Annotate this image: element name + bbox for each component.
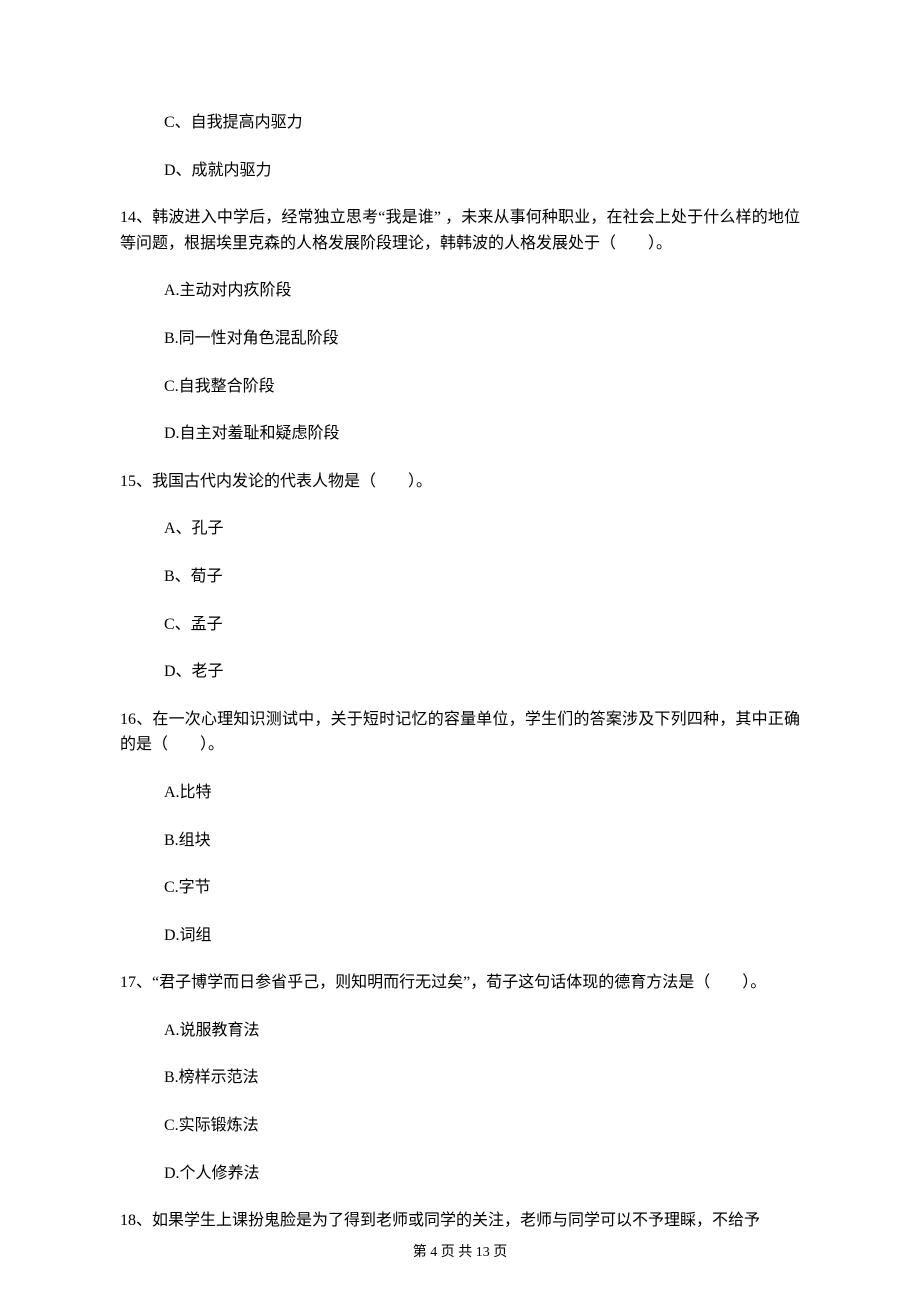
q17-stem: 17、“君子博学而日参省乎己，则知明而行无过矣”，荀子这句话体现的德育方法是（ … (120, 970, 800, 996)
q16-stem: 16、在一次心理知识测试中，关于短时记忆的容量单位，学生们的答案涉及下列四种，其… (120, 707, 800, 758)
q14-option-d: D.自主对羞耻和疑虑阶段 (120, 421, 800, 447)
q15-option-b: B、荀子 (120, 564, 800, 590)
q14-option-b: B.同一性对角色混乱阶段 (120, 326, 800, 352)
page-footer: 第 4 页 共 13 页 (0, 1242, 920, 1264)
q17-option-c: C.实际锻炼法 (120, 1113, 800, 1139)
q14-option-a: A.主动对内疚阶段 (120, 278, 800, 304)
q14-option-c: C.自我整合阶段 (120, 374, 800, 400)
q18-stem: 18、如果学生上课扮鬼脸是为了得到老师或同学的关注，老师与同学可以不予理睬，不给… (120, 1208, 800, 1234)
q15-option-c: C、孟子 (120, 612, 800, 638)
q17-option-b: B.榜样示范法 (120, 1065, 800, 1091)
q16-option-c: C.字节 (120, 875, 800, 901)
q13-option-c: C、自我提高内驱力 (120, 110, 800, 136)
q16-option-b: B.组块 (120, 828, 800, 854)
q15-stem: 15、我国古代内发论的代表人物是（ ）。 (120, 469, 800, 495)
q17-option-a: A.说服教育法 (120, 1018, 800, 1044)
q15-option-d: D、老子 (120, 659, 800, 685)
q16-option-a: A.比特 (120, 780, 800, 806)
q15-option-a: A、孔子 (120, 516, 800, 542)
q14-stem: 14、韩波进入中学后，经常独立思考“我是谁” ，未来从事何种职业，在社会上处于什… (120, 205, 800, 256)
q16-option-d: D.词组 (120, 923, 800, 949)
q13-option-d: D、成就内驱力 (120, 158, 800, 184)
q17-option-d: D.个人修养法 (120, 1161, 800, 1187)
